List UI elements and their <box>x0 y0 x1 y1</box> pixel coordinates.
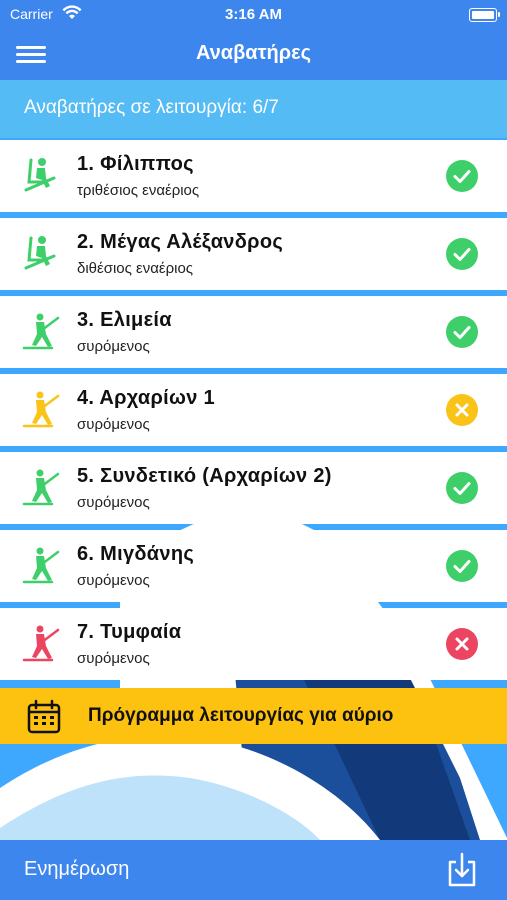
tomorrow-schedule-button[interactable]: Πρόγραμμα λειτουργίας για αύριο <box>0 688 507 744</box>
lift-row[interactable]: 6. Μιγδάνης συρόμενος <box>0 530 507 602</box>
navigation-bar: Αναβατήρες <box>0 30 507 80</box>
lift-type: συρόμενος <box>77 416 150 433</box>
update-bar[interactable]: Ενημέρωση <box>0 840 507 900</box>
lift-row[interactable]: 5. Συνδετικό (Αρχαρίων 2) συρόμενος <box>0 452 507 524</box>
lift-row[interactable]: 2. Μέγας Αλέξανδρος διθέσιος εναέριος <box>0 218 507 290</box>
lift-type: συρόμενος <box>77 494 150 511</box>
lift-row[interactable]: 1. Φίλιππος τριθέσιος εναέριος <box>0 140 507 212</box>
lift-name: 6. Μιγδάνης <box>77 543 195 565</box>
download-icon[interactable] <box>446 852 478 888</box>
status-closed-icon <box>446 628 478 660</box>
status-open-icon <box>446 316 478 348</box>
lift-name: 4. Αρχαρίων 1 <box>77 387 215 409</box>
lift-name: 3. Ελιμεία <box>77 309 172 331</box>
chairlift-icon <box>24 236 56 270</box>
battery-icon <box>469 8 500 22</box>
page-title: Αναβατήρες <box>195 42 312 64</box>
drag-lift-icon <box>22 469 60 506</box>
status-open-icon <box>446 550 478 582</box>
drag-lift-icon <box>22 625 60 662</box>
status-paused-icon <box>446 394 478 426</box>
lifts-summary-bar: Αναβατήρες σε λειτουργία: 6/7 <box>0 80 507 138</box>
lift-type: διθέσιος εναέριος <box>77 260 194 277</box>
lift-type: συρόμενος <box>77 650 150 667</box>
update-label: Ενημέρωση <box>24 858 130 880</box>
drag-lift-icon <box>22 313 60 350</box>
lift-name: 2. Μέγας Αλέξανδρος <box>77 231 284 253</box>
lift-type: τριθέσιος εναέριος <box>77 182 200 199</box>
lift-type: συρόμενος <box>77 338 150 355</box>
calendar-icon <box>27 699 61 734</box>
lift-type: συρόμενος <box>77 572 150 589</box>
lift-row[interactable]: 3. Ελιμεία συρόμενος <box>0 296 507 368</box>
status-bar: Carrier 3:16 AM <box>0 0 507 30</box>
status-open-icon <box>446 238 478 270</box>
status-open-icon <box>446 160 478 192</box>
lift-name: 7. Τυμφαία <box>77 621 182 643</box>
clock: 3:16 AM <box>225 6 282 23</box>
lifts-summary-text: Αναβατήρες σε λειτουργία: 6/7 <box>24 97 279 118</box>
lift-name: 5. Συνδετικό (Αρχαρίων 2) <box>77 465 332 487</box>
drag-lift-icon <box>22 391 60 428</box>
lift-row[interactable]: 4. Αρχαρίων 1 συρόμενος <box>0 374 507 446</box>
tomorrow-schedule-label: Πρόγραμμα λειτουργίας για αύριο <box>88 705 394 726</box>
status-open-icon <box>446 472 478 504</box>
lift-row[interactable]: 7. Τυμφαία συρόμενος <box>0 608 507 680</box>
drag-lift-icon <box>22 547 60 584</box>
lift-name: 1. Φίλιππος <box>77 153 194 175</box>
chairlift-icon <box>24 158 56 192</box>
